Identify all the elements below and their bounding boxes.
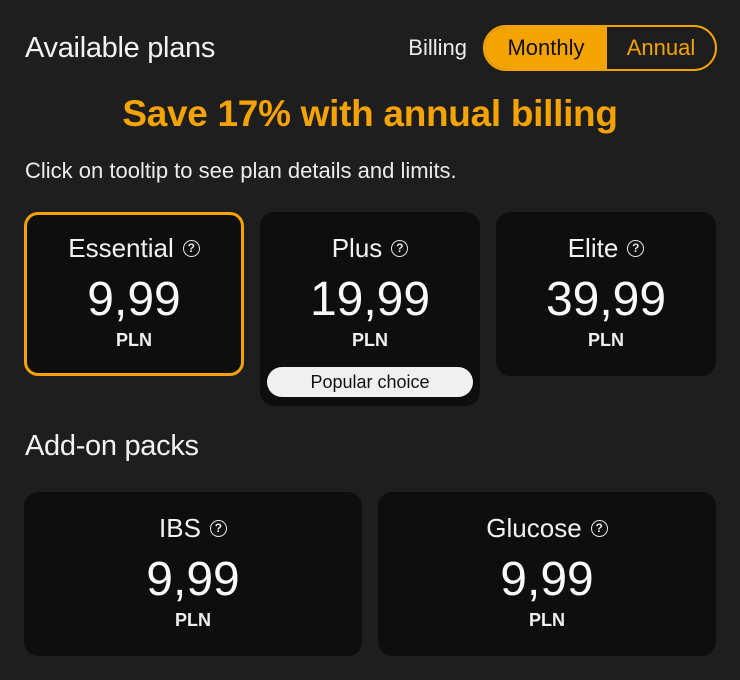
plan-name: Essential	[68, 232, 174, 263]
plan-name: Elite	[567, 232, 619, 263]
plan-card-essential[interactable]: Essential ? 9,99 PLN	[24, 212, 244, 376]
plan-card-elite[interactable]: Elite ? 39,99 PLN	[496, 212, 716, 376]
plan-price: 39,99	[545, 273, 667, 326]
header: Available plans Billing Monthly Annual	[25, 22, 717, 74]
help-tooltip-icon[interactable]: ?	[590, 519, 608, 537]
addon-name-row: Glucose ?	[378, 512, 716, 544]
billing-switch: Billing Monthly Annual	[408, 25, 717, 71]
addon-currency: PLN	[529, 610, 565, 630]
promo-banner: Save 17% with annual billing	[122, 93, 618, 134]
plan-name: Plus	[331, 232, 383, 263]
help-tooltip-icon[interactable]: ?	[182, 239, 200, 257]
help-tooltip-icon[interactable]: ?	[627, 239, 645, 257]
popular-badge: Popular choice	[267, 367, 473, 397]
addons-title: Add-on packs	[25, 430, 199, 462]
help-tooltip-icon[interactable]: ?	[391, 239, 409, 257]
billing-label: Billing	[408, 35, 467, 60]
plan-price: 9,99	[87, 273, 181, 326]
page-title: Available plans	[25, 31, 216, 64]
plan-currency: PLN	[116, 330, 152, 350]
billing-option-annual[interactable]: Annual	[607, 27, 715, 69]
billing-toggle: Monthly Annual	[483, 25, 717, 71]
subtitle: Click on tooltip to see plan details and…	[25, 158, 457, 183]
plan-currency: PLN	[588, 330, 624, 350]
addon-currency: PLN	[175, 610, 211, 630]
plan-name-row: Essential ?	[27, 232, 241, 264]
plan-name-row: Plus ?	[260, 232, 480, 264]
addon-card-ibs[interactable]: IBS ? 9,99 PLN	[24, 492, 362, 656]
addon-price: 9,99	[500, 553, 594, 606]
help-tooltip-icon[interactable]: ?	[209, 519, 227, 537]
plan-price: 19,99	[309, 273, 431, 326]
addon-name: IBS	[159, 512, 201, 543]
billing-option-monthly[interactable]: Monthly	[485, 27, 607, 69]
addon-name-row: IBS ?	[24, 512, 362, 544]
addon-name: Glucose	[486, 512, 582, 543]
addon-card-glucose[interactable]: Glucose ? 9,99 PLN	[378, 492, 716, 656]
plan-name-row: Elite ?	[496, 232, 716, 264]
plan-card-plus[interactable]: Plus ? 19,99 PLN Popular choice	[260, 212, 480, 406]
plan-currency: PLN	[352, 330, 388, 350]
addon-price: 9,99	[146, 553, 240, 606]
